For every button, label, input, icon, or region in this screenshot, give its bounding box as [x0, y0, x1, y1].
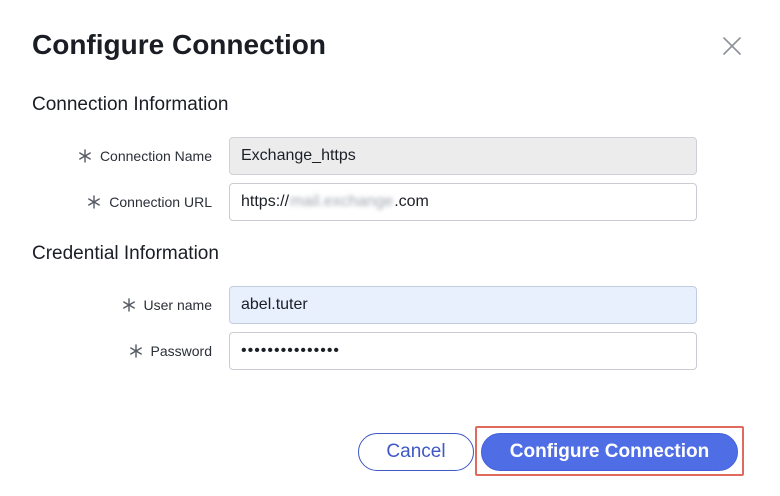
password-input[interactable]: ••••••••••••••• — [229, 332, 697, 370]
username-value: abel.tuter — [241, 296, 308, 313]
credential-section-title: Credential Information — [32, 243, 219, 264]
username-label-group: User name — [122, 286, 212, 324]
required-asterisk-icon — [122, 298, 135, 312]
close-icon — [723, 37, 741, 55]
password-value: ••••••••••••••• — [241, 342, 341, 359]
required-asterisk-icon — [88, 195, 101, 209]
connection-name-row: Connection Name Exchange_https — [0, 137, 780, 175]
password-row: Password ••••••••••••••• — [0, 332, 780, 370]
required-asterisk-icon — [79, 149, 91, 163]
connection-name-value: Exchange_https — [241, 147, 356, 164]
connection-section-title: Connection Information — [32, 94, 229, 115]
connection-url-obscured: mail.exchange — [290, 193, 394, 210]
required-asterisk-icon — [129, 344, 142, 358]
username-row: User name abel.tuter — [0, 286, 780, 324]
connection-name-label-group: Connection Name — [78, 137, 212, 175]
password-label: Password — [150, 343, 212, 359]
connection-name-field[interactable]: Exchange_https — [229, 137, 697, 175]
configure-connection-dialog: Configure Connection Connection Informat… — [0, 0, 780, 496]
connection-url-suffix: .com — [394, 193, 429, 210]
username-input[interactable]: abel.tuter — [229, 286, 697, 324]
connection-url-field[interactable]: https://mail.exchange .com — [229, 183, 697, 221]
close-button[interactable] — [720, 34, 744, 58]
username-label: User name — [143, 297, 212, 313]
connection-url-label-group: Connection URL — [87, 183, 212, 221]
connection-url-row: Connection URL https://mail.exchange .com — [0, 183, 780, 221]
dialog-title: Configure Connection — [32, 29, 326, 60]
cancel-button[interactable]: Cancel — [358, 433, 474, 471]
connection-name-label: Connection Name — [99, 148, 212, 164]
configure-connection-button[interactable]: Configure Connection — [481, 433, 738, 471]
connection-url-prefix: https:// — [241, 193, 290, 210]
connection-url-label: Connection URL — [109, 194, 212, 210]
password-label-group: Password — [129, 332, 212, 370]
